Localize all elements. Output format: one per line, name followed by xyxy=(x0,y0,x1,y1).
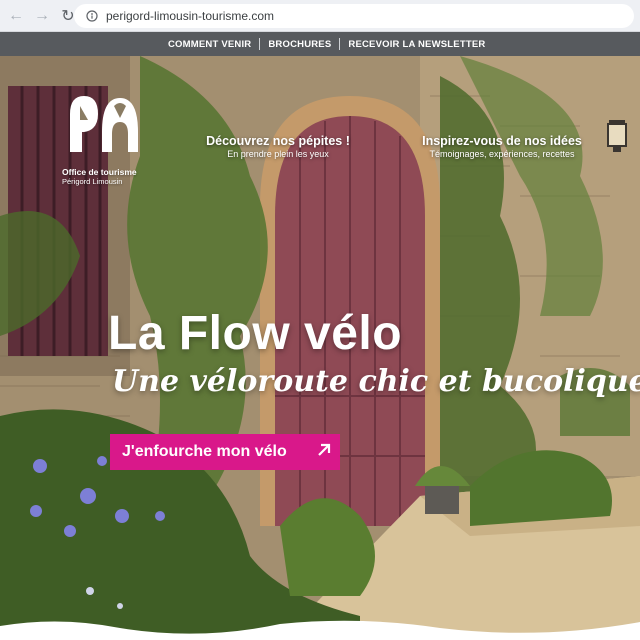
wall-lantern-icon xyxy=(607,120,627,152)
logo-subtitle: Périgord Limousin xyxy=(62,177,123,186)
cta-label: J'enfourche mon vélo xyxy=(122,443,287,460)
nav-link-newsletter[interactable]: RECEVOIR LA NEWSLETTER xyxy=(340,39,493,50)
promo-subtitle: En prendre plein les yeux xyxy=(227,149,329,159)
browser-toolbar: ← → ↻ perigord-limousin-tourisme.com xyxy=(0,0,640,32)
promo-decouvrez[interactable]: Découvrez nos pépites ! En prendre plein… xyxy=(196,134,360,159)
promo-title: Inspirez-vous de nos idées xyxy=(422,134,582,148)
url-text: perigord-limousin-tourisme.com xyxy=(106,9,275,23)
logo-mark-icon xyxy=(70,96,138,152)
promo-title: Découvrez nos pépites ! xyxy=(206,134,350,148)
hero-title: La Flow vélo xyxy=(108,307,403,360)
forward-icon[interactable]: → xyxy=(32,6,52,26)
cta-button[interactable]: J'enfourche mon vélo xyxy=(110,434,340,470)
logo-title: Office de tourisme xyxy=(62,167,137,177)
promo-inspirez-vous[interactable]: Inspirez-vous de nos idées Témoignages, … xyxy=(410,134,594,159)
nav-link-brochures[interactable]: BROCHURES xyxy=(260,39,339,50)
back-icon[interactable]: ← xyxy=(6,6,26,26)
promo-subtitle: Témoignages, expériences, recettes xyxy=(429,149,575,159)
nav-link-comment-venir[interactable]: COMMENT VENIR xyxy=(160,39,259,50)
arrow-up-right-icon xyxy=(318,443,331,456)
site-top-nav: COMMENT VENIR BROCHURES RECEVOIR LA NEWS… xyxy=(0,32,640,56)
site-logo[interactable]: Office de tourisme Périgord Limousin xyxy=(62,92,152,186)
hero-banner: Office de tourisme Périgord Limousin Déc… xyxy=(0,56,640,640)
address-bar[interactable]: perigord-limousin-tourisme.com xyxy=(74,4,634,28)
hero-subtitle: Une véloroute chic et bucolique xyxy=(112,364,640,399)
site-info-icon[interactable] xyxy=(86,10,98,22)
